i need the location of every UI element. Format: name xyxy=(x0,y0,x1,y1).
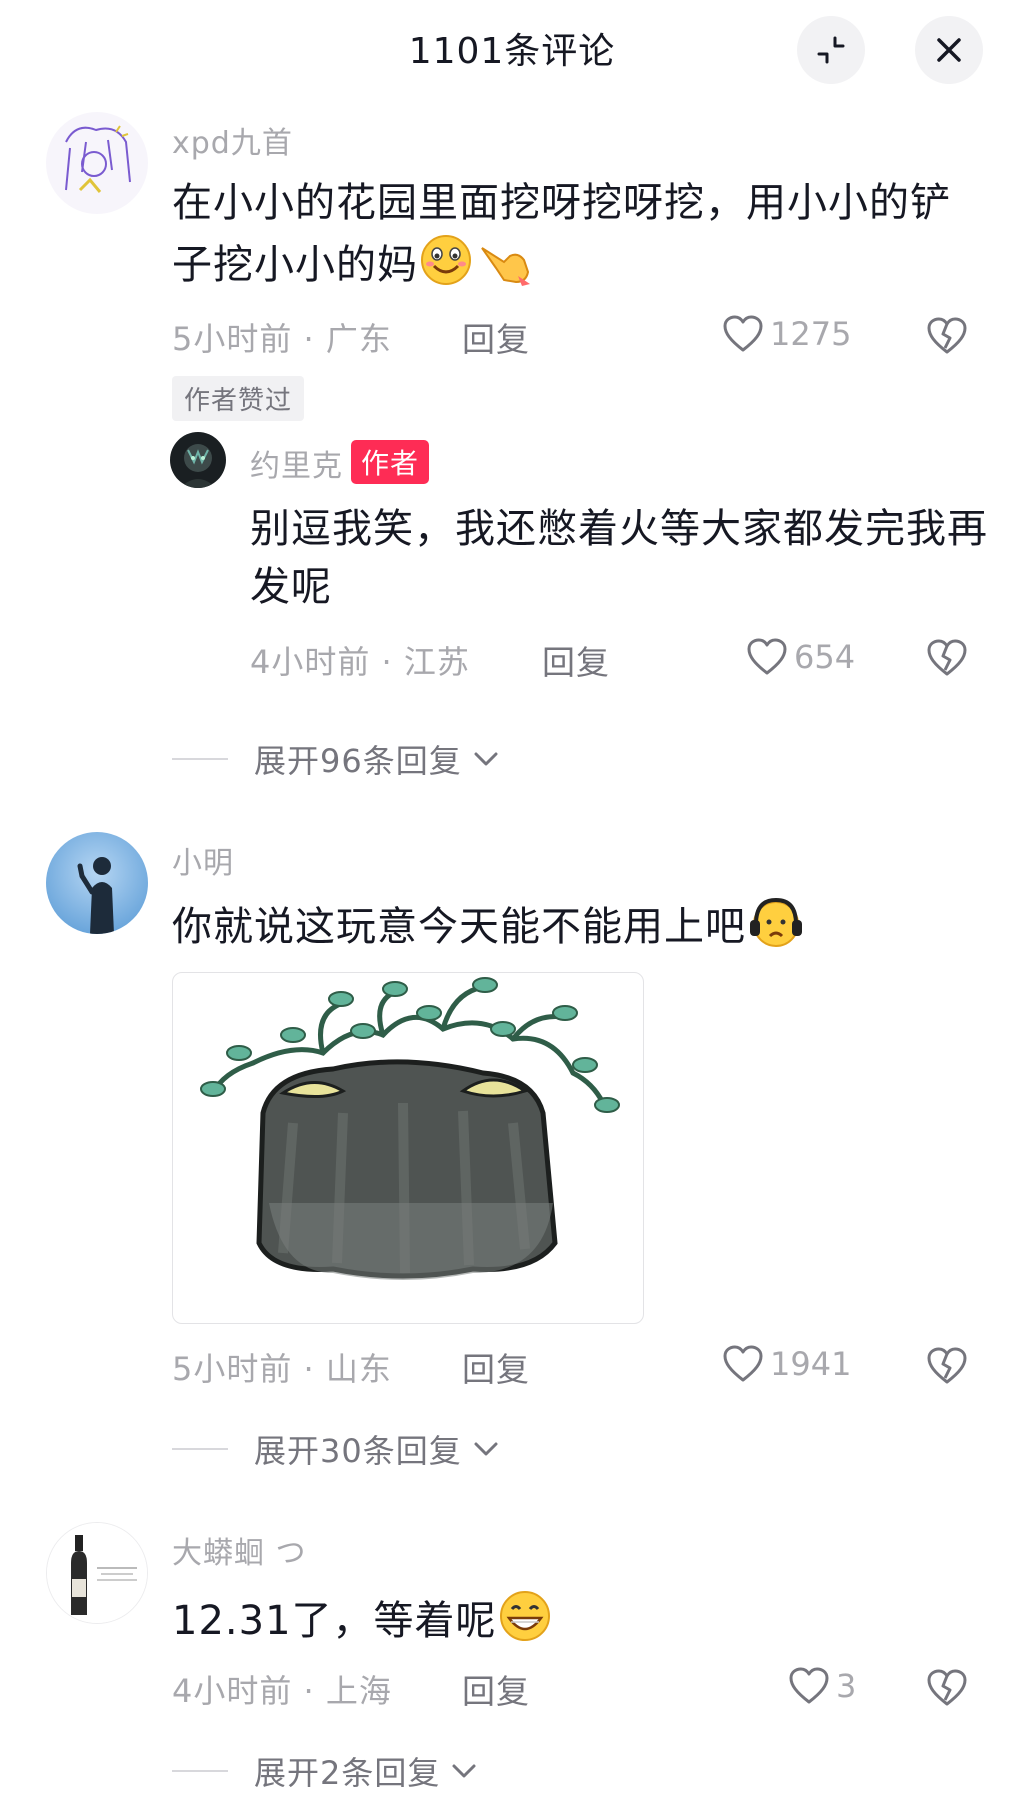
comment-text: 你就说这玩意今天能不能用上吧 xyxy=(172,894,972,956)
comment-text: 12.31了，等着呢 xyxy=(172,1588,972,1650)
reply-username[interactable]: 约里克 xyxy=(250,449,343,484)
like-count: 1941 xyxy=(770,1345,852,1383)
reply-time-location: 4小时前 · 江苏 xyxy=(250,643,470,681)
reply-avatar[interactable] xyxy=(170,432,226,488)
headphones-emoji-icon xyxy=(750,897,802,947)
comment-time-location: 5小时前 · 山东 xyxy=(172,1350,392,1388)
collapse-button[interactable] xyxy=(797,16,865,84)
reply-button[interactable]: 回复 xyxy=(462,1343,530,1391)
heart-icon xyxy=(723,1345,763,1382)
reply-text: 别逗我笑，我还憋着火等大家都发完我再发呢 xyxy=(250,506,988,610)
broken-heart-icon xyxy=(927,1347,967,1384)
author-badge: 作者 xyxy=(351,440,430,484)
comment-username[interactable]: 大蟒蛔 つ xyxy=(172,1528,307,1572)
reply-username-row: 约里克 作者 xyxy=(250,440,430,485)
tree-stump-sticker xyxy=(200,977,620,1280)
chevron-down-icon xyxy=(452,1764,476,1778)
reply-button[interactable]: 回复 xyxy=(462,313,530,361)
avatar[interactable] xyxy=(46,1522,148,1624)
expand-replies-label: 展开2条回复 xyxy=(254,1754,441,1792)
expand-replies-label: 展开30条回复 xyxy=(254,1432,462,1470)
reply-reply-button[interactable]: 回复 xyxy=(542,636,610,684)
heart-icon xyxy=(723,315,763,352)
comment-text-body: 你就说这玩意今天能不能用上吧 xyxy=(172,904,746,950)
expand-divider xyxy=(172,1770,228,1772)
close-button[interactable] xyxy=(915,16,983,84)
reply-button[interactable]: 回复 xyxy=(462,1665,530,1713)
dislike-button[interactable] xyxy=(926,1668,968,1712)
comment-text: 在小小的花园里面挖呀挖呀挖，用小小的铲子挖小小的妈 xyxy=(172,174,972,294)
sticker-image[interactable] xyxy=(172,972,644,1324)
dislike-button[interactable] xyxy=(926,1346,968,1390)
like-count: 3 xyxy=(836,1667,857,1705)
heart-icon xyxy=(747,638,787,675)
expand-replies-button[interactable]: 展开30条回复 xyxy=(172,1426,500,1472)
expand-replies-button[interactable]: 展开96条回复 xyxy=(172,736,500,782)
expand-divider xyxy=(172,758,228,760)
dislike-button[interactable] xyxy=(926,316,968,360)
reply-like-count: 654 xyxy=(794,638,856,676)
comment-count-title: 1101条评论 xyxy=(408,31,616,72)
comments-header: 1101条评论 xyxy=(0,0,1024,100)
collapse-icon xyxy=(817,36,845,64)
heart-icon xyxy=(789,1667,829,1704)
comment-time-location: 5小时前 · 广东 xyxy=(172,320,392,358)
avatar[interactable] xyxy=(46,832,148,934)
comment-username[interactable]: 小明 xyxy=(172,838,234,882)
broken-heart-icon xyxy=(927,639,967,676)
avatar[interactable] xyxy=(46,112,148,214)
chevron-down-icon xyxy=(474,752,498,766)
comment-username[interactable]: xpd九首 xyxy=(172,118,293,162)
pointing-hand-emoji-icon xyxy=(481,247,530,286)
chevron-down-icon xyxy=(474,1442,498,1456)
like-count: 1275 xyxy=(770,315,852,353)
smile-emoji-icon xyxy=(421,235,471,285)
expand-divider xyxy=(172,1448,228,1450)
reply-dislike-button[interactable] xyxy=(926,638,968,682)
broken-heart-icon xyxy=(927,1669,967,1706)
grin-emoji-icon xyxy=(499,1591,550,1641)
like-button[interactable]: 3 xyxy=(788,1666,856,1706)
close-icon xyxy=(937,38,961,62)
comment-text-body: 在小小的花园里面挖呀挖呀挖，用小小的铲子挖小小的妈 xyxy=(172,180,951,288)
like-button[interactable]: 1941 xyxy=(722,1344,851,1384)
author-liked-tag: 作者赞过 xyxy=(172,376,305,421)
expand-replies-button[interactable]: 展开2条回复 xyxy=(172,1748,478,1794)
like-button[interactable]: 1275 xyxy=(722,314,851,354)
comment-text-body: 12.31了，等着呢 xyxy=(172,1598,497,1644)
comment-time-location: 4小时前 · 上海 xyxy=(172,1672,392,1710)
expand-replies-label: 展开96条回复 xyxy=(254,742,462,780)
reply-like-button[interactable]: 654 xyxy=(746,637,855,677)
broken-heart-icon xyxy=(927,317,967,354)
